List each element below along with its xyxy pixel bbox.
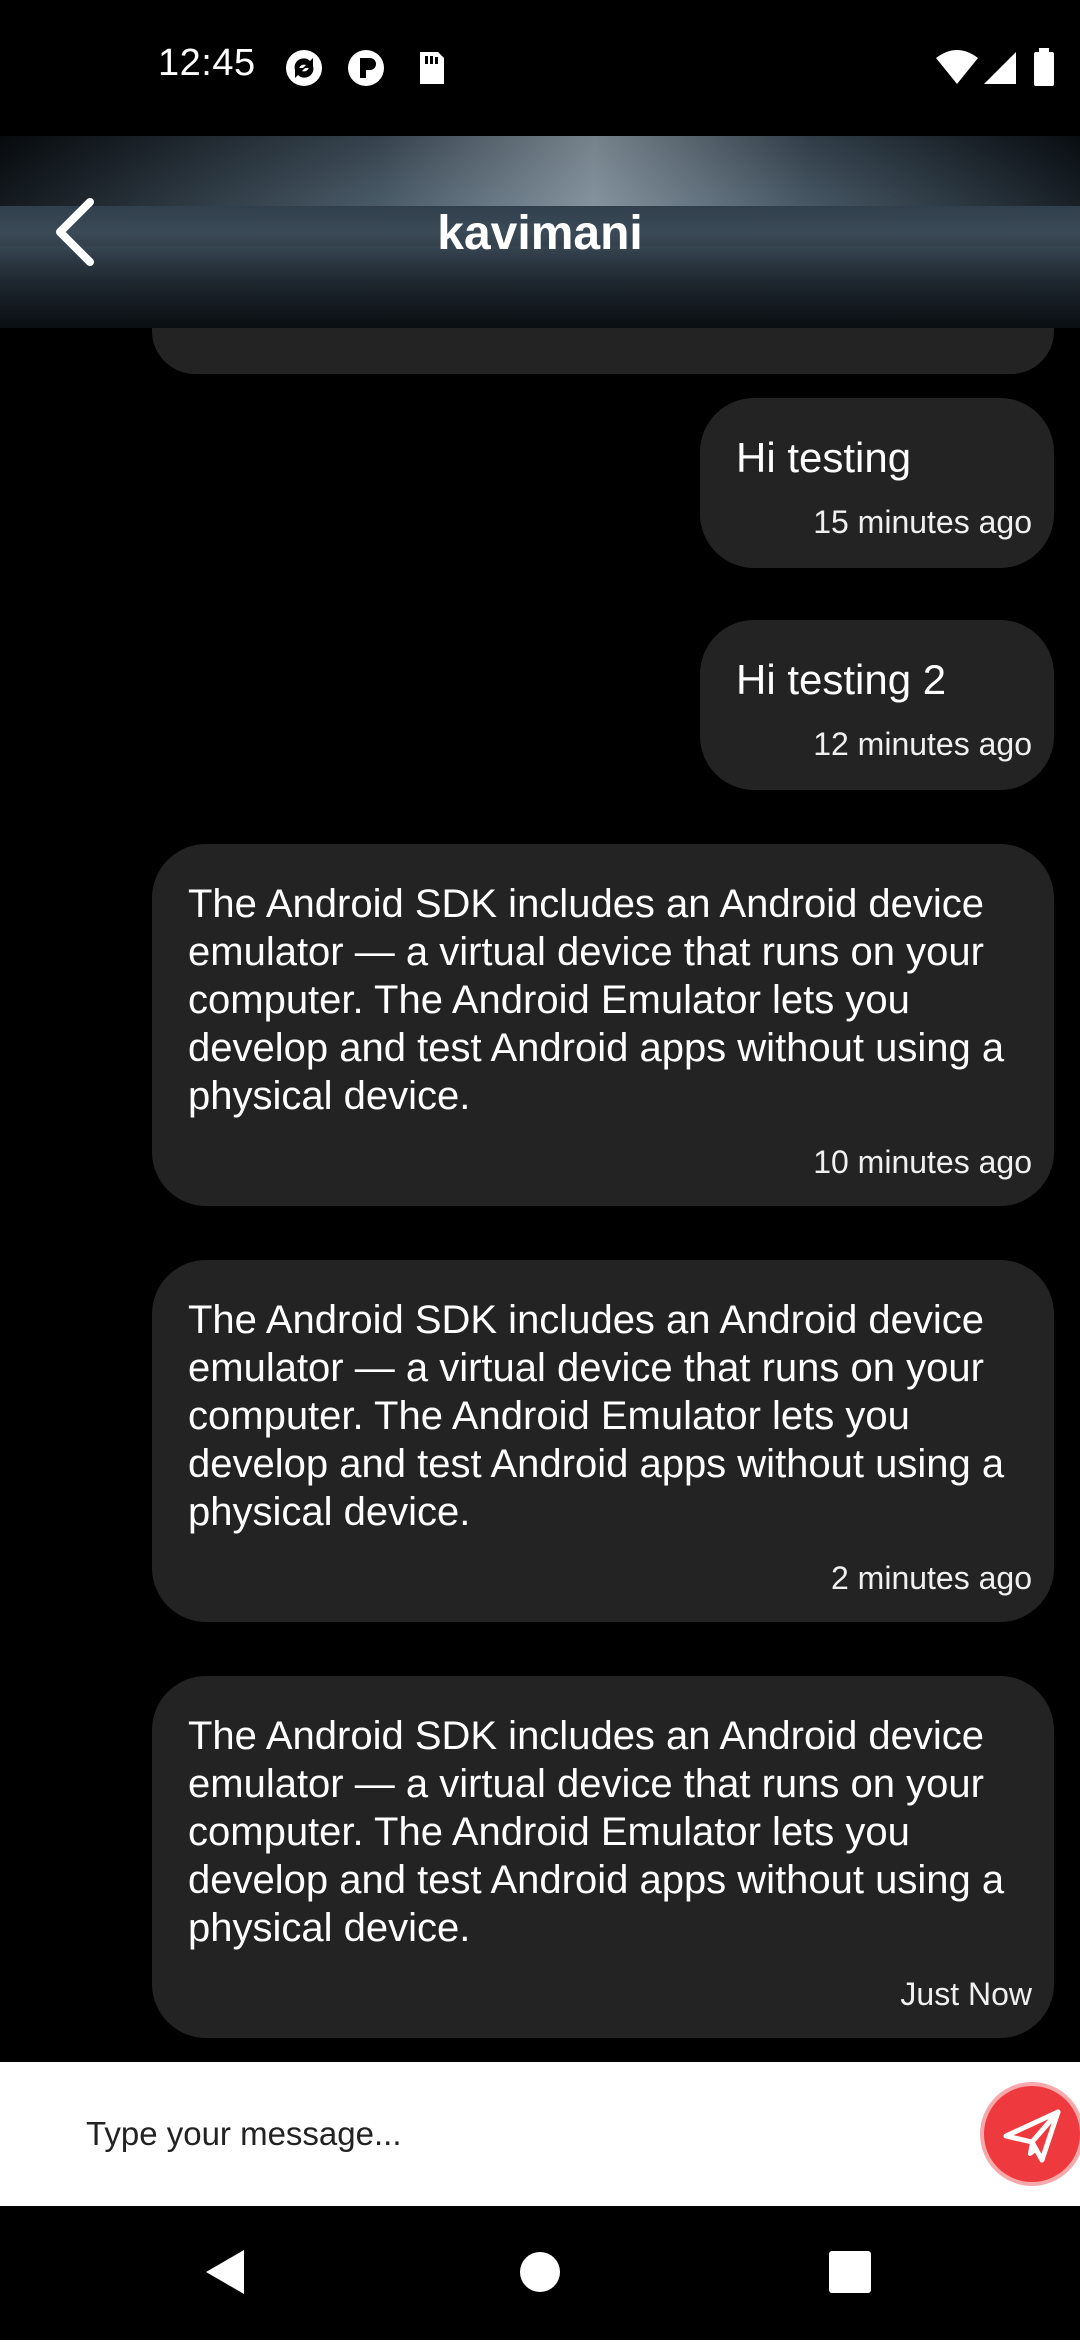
send-icon xyxy=(1003,2109,1061,2163)
status-bar: 12:45 xyxy=(0,0,1080,136)
chat-screen: 12:45 kavimani Hi testing 15 minutes ago… xyxy=(0,0,1080,2340)
message-bubble[interactable]: Hi testing 2 12 minutes ago xyxy=(700,620,1054,790)
message-bubble[interactable]: Hi testing 15 minutes ago xyxy=(700,398,1054,568)
system-nav-bar xyxy=(0,2206,1080,2340)
contact-name: kavimani xyxy=(437,207,643,260)
message-bubble[interactable]: The Android SDK includes an Android devi… xyxy=(152,844,1054,1206)
chat-header: kavimani xyxy=(0,136,1080,328)
home-circle-icon[interactable] xyxy=(510,2242,570,2302)
message-bubble[interactable]: The Android SDK includes an Android devi… xyxy=(152,1676,1054,2038)
message-time: 10 minutes ago xyxy=(813,1144,1032,1180)
message-input[interactable] xyxy=(84,2098,968,2170)
message-time: 12 minutes ago xyxy=(813,726,1032,762)
sync-icon xyxy=(286,50,322,86)
message-time: 2 minutes ago xyxy=(830,1560,1032,1596)
back-triangle-icon[interactable] xyxy=(196,2242,256,2302)
battery-icon xyxy=(1034,48,1054,86)
signal-icon xyxy=(984,52,1016,84)
sd-card-icon xyxy=(420,52,444,84)
header-background-image xyxy=(0,136,1080,206)
message-time: Just Now xyxy=(900,1976,1032,2012)
status-time: 12:45 xyxy=(158,42,256,84)
message-text: The Android SDK includes an Android devi… xyxy=(188,1298,1005,1534)
message-time: 15 minutes ago xyxy=(813,504,1032,540)
message-text: The Android SDK includes an Android devi… xyxy=(188,1714,1005,1950)
pocket-icon xyxy=(348,50,384,86)
message-text: Hi testing xyxy=(736,434,912,481)
message-bubble[interactable]: The Android SDK includes an Android devi… xyxy=(152,1260,1054,1622)
wifi-icon xyxy=(936,50,978,84)
recents-square-icon[interactable] xyxy=(820,2242,880,2302)
message-text: Hi testing 2 xyxy=(736,656,947,703)
message-composer xyxy=(0,2062,1080,2206)
message-text: The Android SDK includes an Android devi… xyxy=(188,882,1005,1118)
send-button[interactable] xyxy=(984,2086,1080,2182)
message-list[interactable]: Hi testing 15 minutes ago Hi testing 2 1… xyxy=(0,328,1080,2062)
message-bubble-partial xyxy=(152,328,1054,374)
